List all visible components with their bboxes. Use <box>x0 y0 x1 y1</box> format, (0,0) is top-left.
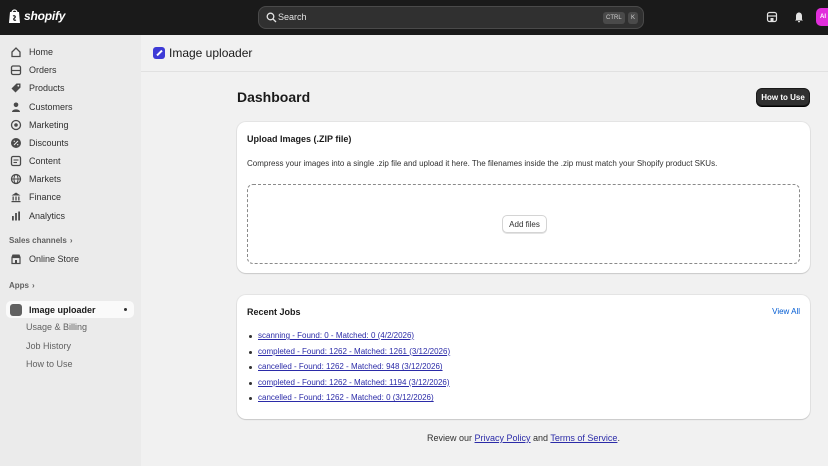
search-bar[interactable]: Search CTRL K <box>258 6 644 29</box>
footer-prefix: Review our <box>427 433 475 443</box>
jobs-list: scanning - Found: 0 - Matched: 0 (4/2/20… <box>248 331 450 409</box>
sidebar-item-label: Analytics <box>29 210 66 221</box>
upload-card-description: Compress your images into a single .zip … <box>247 159 718 168</box>
wand-icon <box>153 47 165 59</box>
orders-icon <box>10 64 22 75</box>
view-all-link[interactable]: View All <box>772 307 800 316</box>
tag-icon <box>11 83 21 92</box>
chevron-right-icon: › <box>69 236 73 245</box>
sidebar-item-image-uploader[interactable]: Image uploader <box>6 301 134 318</box>
sidebar-item-label: Online Store <box>29 253 80 264</box>
sidebar-item-home[interactable]: Home <box>6 43 134 60</box>
sidebar-item-label: Finance <box>29 191 62 202</box>
upload-card: Upload Images (.ZIP file) Compress your … <box>237 122 810 273</box>
sidebar-item-label: Orders <box>29 64 57 75</box>
apps-label: Apps <box>9 281 29 290</box>
target-icon <box>10 119 22 130</box>
sidebar-item-label: How to Use <box>26 358 73 369</box>
job-link[interactable]: cancelled - Found: 1262 - Matched: 948 (… <box>258 362 443 371</box>
footer-text: Review our Privacy Policy and Terms of S… <box>427 433 620 443</box>
bank-icon <box>11 192 21 202</box>
sales-channels-label: Sales channels <box>9 236 67 245</box>
terms-of-service-link[interactable]: Terms of Service <box>550 433 617 443</box>
home-icon <box>11 46 21 57</box>
file-dropzone[interactable]: Add files <box>247 184 800 264</box>
sidebar-item-marketing[interactable]: Marketing <box>6 116 134 133</box>
chart-icon <box>12 211 20 220</box>
person-icon <box>12 102 20 112</box>
list-item: scanning - Found: 0 - Matched: 0 (4/2/20… <box>248 331 450 347</box>
job-link[interactable]: scanning - Found: 0 - Matched: 0 (4/2/20… <box>258 331 414 340</box>
app-header: Image uploader <box>141 35 828 72</box>
sidebar-item-job-history[interactable]: Job History <box>6 337 134 354</box>
sidebar-item-label: Usage & Billing <box>26 321 88 332</box>
sidebar-item-orders[interactable]: Orders <box>6 61 134 78</box>
how-to-use-button[interactable]: How to Use <box>756 88 810 106</box>
add-files-button[interactable]: Add files <box>502 215 547 233</box>
sidebar-item-finance[interactable]: Finance <box>6 188 134 205</box>
shortcut-k-key: K <box>628 12 639 24</box>
shopify-bag-icon <box>9 9 20 23</box>
job-link[interactable]: cancelled - Found: 1262 - Matched: 0 (3/… <box>258 393 434 402</box>
brand-name: shopify <box>24 9 66 23</box>
footer-suffix: . <box>617 433 620 443</box>
list-item: cancelled - Found: 1262 - Matched: 948 (… <box>248 362 450 378</box>
apps-heading[interactable]: Apps › <box>9 281 35 290</box>
shortcut-ctrl-key: CTRL <box>603 12 625 24</box>
sales-channels-heading[interactable]: Sales channels › <box>9 236 72 245</box>
sidebar-item-products[interactable]: Products <box>6 79 134 96</box>
job-link[interactable]: completed - Found: 1262 - Matched: 1194 … <box>258 378 450 387</box>
sidebar-item-usage-billing[interactable]: Usage & Billing <box>6 318 134 335</box>
store-icon[interactable] <box>766 11 778 23</box>
shopify-logo[interactable]: shopify <box>8 8 65 24</box>
sidebar-item-markets[interactable]: Markets <box>6 170 134 187</box>
search-icon <box>266 12 277 23</box>
list-item: completed - Found: 1262 - Matched: 1261 … <box>248 347 450 363</box>
discount-icon <box>11 137 21 148</box>
recent-jobs-title: Recent Jobs <box>247 307 301 317</box>
job-link[interactable]: completed - Found: 1262 - Matched: 1261 … <box>258 347 450 356</box>
sidebar-item-how-to-use[interactable]: How to Use <box>6 355 134 372</box>
list-item: cancelled - Found: 1262 - Matched: 0 (3/… <box>248 393 450 409</box>
sidebar-item-content[interactable]: Content <box>6 152 134 169</box>
chevron-right-icon: › <box>32 281 35 290</box>
more-actions-icon[interactable] <box>124 308 127 311</box>
store-icon <box>11 254 21 264</box>
bell-icon[interactable] <box>793 11 805 23</box>
sidebar-item-label: Image uploader <box>29 304 96 315</box>
list-item: completed - Found: 1262 - Matched: 1194 … <box>248 378 450 394</box>
search-placeholder: Search <box>278 12 307 22</box>
footer-middle: and <box>530 433 551 443</box>
sidebar-item-customers[interactable]: Customers <box>6 98 134 115</box>
sidebar-item-label: Markets <box>29 173 62 184</box>
sidebar-item-analytics[interactable]: Analytics <box>6 207 134 224</box>
sidebar-item-discounts[interactable]: Discounts <box>6 134 134 151</box>
app-icon <box>10 303 22 316</box>
sidebar-item-online-store[interactable]: Online Store <box>6 250 134 267</box>
upload-card-title: Upload Images (.ZIP file) <box>247 134 352 144</box>
sidebar-item-label: Discounts <box>29 137 69 148</box>
sidebar-item-label: Home <box>29 46 54 57</box>
sidebar-item-label: Job History <box>26 340 72 351</box>
sidebar-item-label: Content <box>29 155 61 166</box>
sidebar-item-label: Customers <box>29 101 73 112</box>
privacy-policy-link[interactable]: Privacy Policy <box>475 433 531 443</box>
page-title: Dashboard <box>237 89 311 105</box>
recent-jobs-card: Recent Jobs View All scanning - Found: 0… <box>237 295 810 419</box>
content-icon <box>10 155 22 166</box>
top-bar: shopify Search CTRL K AI <box>0 0 828 35</box>
globe-icon <box>10 173 22 184</box>
account-avatar[interactable]: AI <box>816 8 828 26</box>
app-title: Image uploader <box>169 46 253 60</box>
sidebar-item-label: Marketing <box>29 119 69 130</box>
sidebar-item-label: Products <box>29 82 65 93</box>
